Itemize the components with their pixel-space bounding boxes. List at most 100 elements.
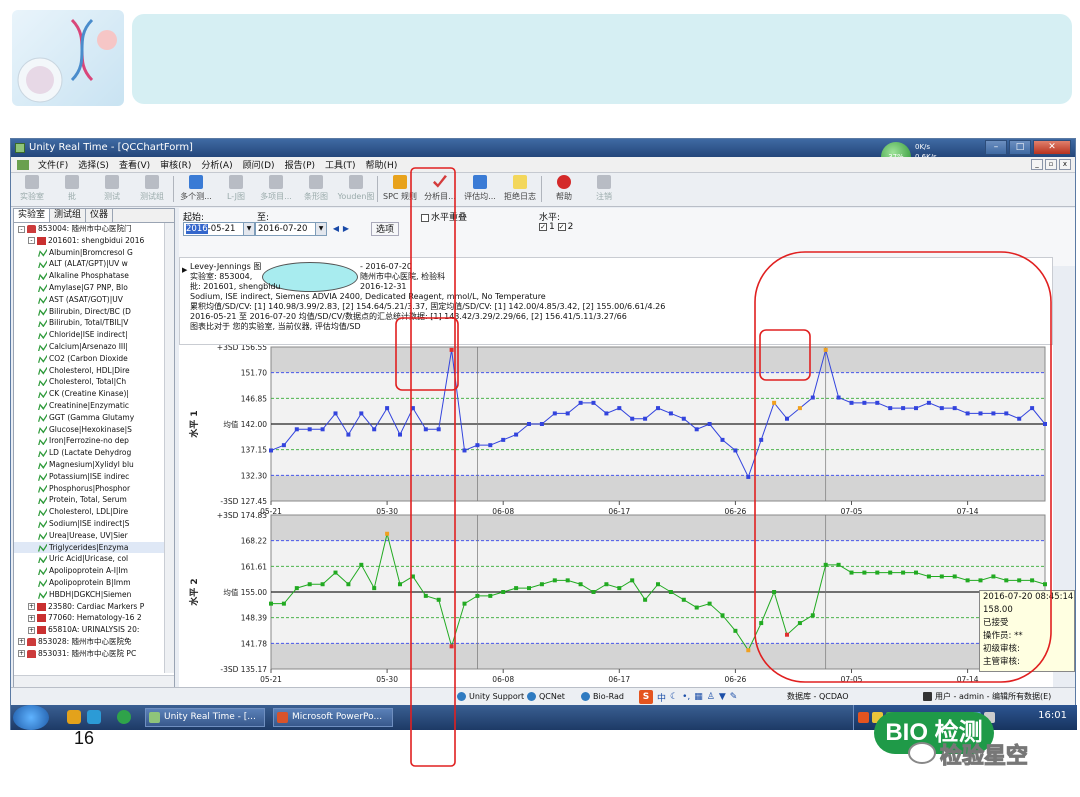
expand-arrow-icon[interactable]: ▶ bbox=[182, 266, 187, 274]
tree-node[interactable]: Urea|Urease, UV|Sier bbox=[14, 530, 164, 542]
tree-node[interactable]: Sodium|ISE indirect|S bbox=[14, 518, 164, 530]
user-icon[interactable]: ♙ bbox=[707, 692, 715, 702]
tree-node[interactable]: +23580: Cardiac Markers P bbox=[14, 601, 164, 613]
tree-node[interactable]: +65810A: URINALYSIS 20: bbox=[14, 624, 164, 636]
mdi-close-button[interactable]: x bbox=[1059, 159, 1071, 170]
expand-icon[interactable]: + bbox=[18, 638, 25, 646]
toolbar-youden-chart-button[interactable]: Youden图 bbox=[337, 173, 375, 205]
level1-checkbox[interactable]: ✓ bbox=[539, 222, 547, 231]
toolbar-help-button[interactable]: 帮助 bbox=[545, 173, 583, 205]
toolbar-test-button[interactable]: 测试 bbox=[93, 173, 131, 205]
browser-icon[interactable] bbox=[117, 710, 131, 724]
menu-select[interactable]: 选择(S) bbox=[73, 158, 114, 171]
toolbar-multi-test-button[interactable]: 多个测... bbox=[177, 173, 215, 205]
tree-node[interactable]: Alkaline Phosphatase bbox=[14, 270, 164, 282]
tree-horizontal-scrollbar[interactable] bbox=[14, 675, 174, 687]
expand-icon[interactable]: + bbox=[28, 614, 35, 622]
toolbar-analysis-target-button[interactable]: 分析目... bbox=[421, 173, 459, 205]
taskbar-unity[interactable]: Unity Real Time - [... bbox=[145, 708, 265, 727]
toolbar-eval-mean-button[interactable]: 评估均... bbox=[461, 173, 499, 205]
menu-report[interactable]: 报告(P) bbox=[280, 158, 320, 171]
tree-node[interactable]: Apolipoprotein B|Imm bbox=[14, 577, 164, 589]
tab-test-group[interactable]: 测试组 bbox=[50, 209, 87, 222]
tree-node[interactable]: Glucose|Hexokinase|S bbox=[14, 424, 164, 436]
keyboard-icon[interactable]: ▦ bbox=[694, 692, 703, 702]
toolbar-lab-button[interactable]: 实验室 bbox=[13, 173, 51, 205]
tree-node[interactable]: CO2 (Carbon Dioxide bbox=[14, 353, 164, 365]
start-date-combo[interactable]: 2016-05-21 ▼ bbox=[183, 222, 255, 236]
start-button[interactable] bbox=[13, 705, 49, 730]
close-button[interactable]: ✕ bbox=[1033, 140, 1071, 155]
menu-view[interactable]: 查看(V) bbox=[114, 158, 155, 171]
expand-icon[interactable]: + bbox=[28, 603, 35, 610]
menu-advisor[interactable]: 顾问(D) bbox=[238, 158, 280, 171]
taskbar-powerpoint[interactable]: Microsoft PowerPo... bbox=[273, 708, 393, 727]
menu-analyze[interactable]: 分析(A) bbox=[196, 158, 237, 171]
toolbar-batch-button[interactable]: 批 bbox=[53, 173, 91, 205]
collapse-icon[interactable]: - bbox=[18, 225, 25, 233]
moon-icon[interactable]: ☾ bbox=[670, 692, 678, 702]
tree-node[interactable]: Apolipoprotein A-I|Im bbox=[14, 565, 164, 577]
ime-chinese-mode[interactable]: 中 bbox=[657, 691, 666, 704]
tree-node[interactable]: Protein, Total, Serum bbox=[14, 494, 164, 506]
tree-node[interactable]: +853028: 随州市中心医院免 bbox=[14, 636, 164, 648]
shirt-icon[interactable]: ▼ bbox=[719, 692, 726, 702]
tree-node[interactable]: Phosphorus|Phosphor bbox=[14, 483, 164, 495]
toolbar-bar-chart-button[interactable]: 条形图 bbox=[297, 173, 335, 205]
tree-node[interactable]: CK (Creatine Kinase)| bbox=[14, 388, 164, 400]
tree-node[interactable]: ALT (ALAT/GPT)|UV w bbox=[14, 258, 164, 270]
tab-instrument[interactable]: 仪器 bbox=[86, 209, 114, 222]
menu-tools[interactable]: 工具(T) bbox=[320, 158, 361, 171]
tree-node[interactable]: - 853004: 随州市中心医院门 bbox=[14, 223, 164, 235]
tree-node[interactable]: Magnesium|Xylidyl blu bbox=[14, 459, 164, 471]
prev-period-icon[interactable]: ◀ bbox=[331, 222, 341, 236]
menu-help[interactable]: 帮助(H) bbox=[361, 158, 403, 171]
tree-node[interactable]: Cholesterol, Total|Ch bbox=[14, 376, 164, 388]
expand-icon[interactable]: + bbox=[18, 650, 25, 658]
mdi-restore-button[interactable]: ▫ bbox=[1045, 159, 1057, 170]
tree-node[interactable]: Potassium|ISE indirec bbox=[14, 471, 164, 483]
tray-icon[interactable] bbox=[858, 712, 869, 723]
toolbar-reject-log-button[interactable]: 拒绝日志 bbox=[501, 173, 539, 205]
tree-node[interactable]: Bilirubin, Direct/BC (D bbox=[14, 306, 164, 318]
toolbar-spc-rules-button[interactable]: SPC 规则 bbox=[381, 173, 419, 205]
tree-node[interactable]: Chloride|ISE indirect| bbox=[14, 329, 164, 341]
quicklaunch-icon[interactable] bbox=[87, 710, 101, 724]
tree-node[interactable]: Calcium|Arsenazo III| bbox=[14, 341, 164, 353]
tree-node[interactable]: Cholesterol, LDL|Dire bbox=[14, 506, 164, 518]
wrench-icon[interactable]: ✎ bbox=[730, 692, 738, 702]
menu-review[interactable]: 审核(R) bbox=[155, 158, 196, 171]
status-unity-support[interactable]: Unity Support bbox=[469, 692, 524, 701]
tree-node[interactable]: Cholesterol, HDL|Dire bbox=[14, 365, 164, 377]
punctuation-icon[interactable]: •, bbox=[682, 692, 690, 702]
collapse-icon[interactable]: - bbox=[28, 237, 35, 245]
tree-node[interactable]: GGT (Gamma Glutamy bbox=[14, 412, 164, 424]
tree-node[interactable]: Amylase|G7 PNP, Blo bbox=[14, 282, 164, 294]
tree-node[interactable]: +77060: Hematology-16 2 bbox=[14, 612, 164, 624]
chevron-down-icon[interactable]: ▼ bbox=[243, 223, 254, 235]
minimize-button[interactable]: – bbox=[985, 140, 1007, 155]
toolbar-lj-chart-button[interactable]: L-J图 bbox=[217, 173, 255, 205]
overlay-checkbox[interactable] bbox=[421, 213, 429, 222]
tab-lab[interactable]: 实验室 bbox=[14, 209, 51, 222]
chevron-down-icon[interactable]: ▼ bbox=[315, 223, 326, 235]
tree-node[interactable]: - 201601: shengbidui 2016 bbox=[14, 235, 164, 247]
toolbar-logout-button[interactable]: 注销 bbox=[585, 173, 623, 205]
toolbar-test-group-button[interactable]: 测试组 bbox=[133, 173, 171, 205]
tree-vertical-scrollbar[interactable] bbox=[164, 223, 174, 673]
expand-icon[interactable]: + bbox=[28, 626, 35, 634]
menu-file[interactable]: 文件(F) bbox=[33, 158, 73, 171]
tree-node[interactable]: LD (Lactate Dehydrog bbox=[14, 447, 164, 459]
tree-node[interactable]: +853031: 随州市中心医院 PC bbox=[14, 648, 164, 660]
tree-node[interactable]: Triglycerides|Enzyma bbox=[14, 541, 164, 554]
end-date-combo[interactable]: 2016-07-20 ▼ bbox=[255, 222, 327, 236]
tree-node[interactable]: Creatinine|Enzymatic bbox=[14, 400, 164, 412]
tree-node[interactable]: Iron|Ferrozine-no dep bbox=[14, 435, 164, 447]
tree-node[interactable]: Uric Acid|Uricase, col bbox=[14, 553, 164, 565]
status-biorad[interactable]: Bio-Rad bbox=[593, 692, 624, 701]
maximize-button[interactable]: □ bbox=[1009, 140, 1031, 155]
options-button[interactable]: 选项 bbox=[371, 222, 400, 236]
sogou-ime-icon[interactable]: S bbox=[639, 690, 653, 704]
mdi-minimize-button[interactable]: _ bbox=[1031, 159, 1043, 170]
next-period-icon[interactable]: ▶ bbox=[341, 222, 351, 236]
